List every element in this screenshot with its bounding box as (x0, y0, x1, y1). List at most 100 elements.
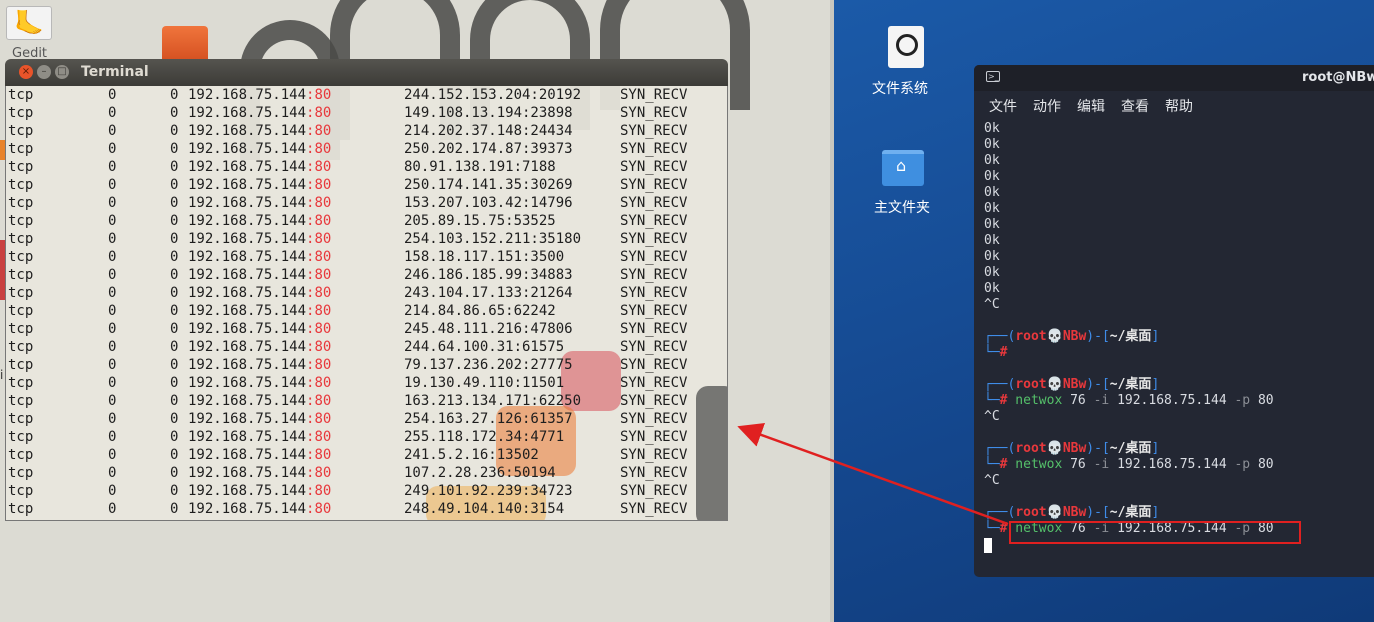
proto-cell: tcp (8, 357, 34, 373)
menu-view[interactable]: 查看 (1121, 96, 1149, 116)
ubuntu-terminal-window[interactable]: × – □ Terminal tcp 0 0 192.168.75.144:80 244… (5, 59, 728, 521)
state-cell: SYN_RECV (620, 105, 688, 121)
folder-icon[interactable] (162, 26, 208, 62)
netstat-row: tcp 0 0 192.168.75.144:80 19.130.49.110:1150… (8, 374, 723, 392)
maximize-button[interactable]: □ (55, 65, 69, 79)
kali-terminal-window[interactable]: >_ root@NBw: ~ 文件 动作 编辑 查看 帮助 0k0k0k0k0k… (974, 65, 1374, 577)
kali-terminal-title: root@NBw: ~ (1302, 70, 1374, 85)
netstat-row: tcp 0 0 192.168.75.144:80 246.186.185.99:348… (8, 266, 723, 284)
netstat-row: tcp 0 0 192.168.75.144:80 243.104.17.133:212… (8, 284, 723, 302)
state-cell: SYN_RECV (620, 429, 688, 445)
recv-q-cell: 0 (108, 159, 117, 175)
state-cell: SYN_RECV (620, 231, 688, 247)
recv-q-cell: 0 (108, 303, 117, 319)
menu-edit[interactable]: 编辑 (1077, 96, 1105, 116)
output-line: 0k (984, 233, 1000, 248)
foreign-address-cell: 19.130.49.110:11501 (404, 375, 565, 391)
foreign-address-cell: 153.207.103.42:14796 (404, 195, 573, 211)
proto-cell: tcp (8, 285, 34, 301)
foreign-address-cell: 79.137.236.202:27775 (404, 357, 573, 373)
edge-text: i (0, 368, 4, 382)
recv-q-cell: 0 (108, 249, 117, 265)
local-address-cell: 192.168.75.144:80 (188, 177, 332, 193)
filesystem-label[interactable]: 文件系统 (872, 78, 928, 98)
kali-terminal-titlebar[interactable]: >_ root@NBw: ~ (974, 65, 1374, 91)
local-address-cell: 192.168.75.144:80 (188, 447, 332, 463)
send-q-cell: 0 (170, 141, 179, 157)
state-cell: SYN_RECV (620, 501, 688, 517)
netstat-row: tcp 0 0 192.168.75.144:80 249.101.92.239:347… (8, 482, 723, 500)
recv-q-cell: 0 (108, 231, 117, 247)
proto-cell: tcp (8, 375, 34, 391)
prompt-line: ┌──(root💀NBw)-[~/桌面] (984, 377, 1160, 392)
local-address-cell: 192.168.75.144:80 (188, 285, 332, 301)
terminal-titlebar[interactable]: × – □ Terminal (5, 59, 728, 86)
local-address-cell: 192.168.75.144:80 (188, 105, 332, 121)
state-cell: SYN_RECV (620, 483, 688, 499)
send-q-cell: 0 (170, 393, 179, 409)
recv-q-cell: 0 (108, 501, 117, 517)
proto-cell: tcp (8, 159, 34, 175)
send-q-cell: 0 (170, 465, 179, 481)
local-port: :80 (306, 393, 332, 409)
local-port: :80 (306, 123, 332, 139)
close-button[interactable]: × (19, 65, 33, 79)
local-address-cell: 192.168.75.144:80 (188, 483, 332, 499)
send-q-cell: 0 (170, 105, 179, 121)
local-port: :80 (306, 105, 332, 121)
recv-q-cell: 0 (108, 465, 117, 481)
proto-cell: tcp (8, 141, 34, 157)
local-address-cell: 192.168.75.144:80 (188, 231, 332, 247)
foreign-address-cell: 244.64.100.31:61575 (404, 339, 565, 355)
netstat-row: tcp 0 0 192.168.75.144:80 158.18.117.151:350… (8, 248, 723, 266)
local-port: :80 (306, 321, 332, 337)
proto-cell: tcp (8, 321, 34, 337)
local-address-cell: 192.168.75.144:80 (188, 393, 332, 409)
recv-q-cell: 0 (108, 267, 117, 283)
send-q-cell: 0 (170, 195, 179, 211)
send-q-cell: 0 (170, 375, 179, 391)
netstat-row: tcp 0 0 192.168.75.144:80 205.89.15.75:53525… (8, 212, 723, 230)
drive-icon[interactable] (888, 26, 924, 68)
foreign-address-cell: 250.174.141.35:30269 (404, 177, 573, 193)
menu-action[interactable]: 动作 (1033, 96, 1061, 116)
send-q-cell: 0 (170, 213, 179, 229)
local-address-cell: 192.168.75.144:80 (188, 141, 332, 157)
menu-file[interactable]: 文件 (989, 96, 1017, 116)
kali-terminal-output[interactable]: 0k 0k 0k 0k 0k 0k 0k 0k 0k 0k 0k ^C ┌──(root💀NBw)-[~… (974, 117, 1374, 577)
local-address-cell: 192.168.75.144:80 (188, 411, 332, 427)
proto-cell: tcp (8, 483, 34, 499)
netstat-row: tcp 0 0 192.168.75.144:80 250.202.174.87:393… (8, 140, 723, 158)
local-port: :80 (306, 195, 332, 211)
recv-q-cell: 0 (108, 483, 117, 499)
local-address-cell: 192.168.75.144:80 (188, 213, 332, 229)
local-address-cell: 192.168.75.144:80 (188, 321, 332, 337)
send-q-cell: 0 (170, 303, 179, 319)
local-port: :80 (306, 411, 332, 427)
netstat-row: tcp 0 0 192.168.75.144:80 163.213.134.171:62… (8, 392, 723, 410)
recv-q-cell: 0 (108, 375, 117, 391)
foreign-address-cell: 241.5.2.16:13502 (404, 447, 539, 463)
local-address-cell: 192.168.75.144:80 (188, 249, 332, 265)
state-cell: SYN_RECV (620, 141, 688, 157)
netstat-row: tcp 0 0 192.168.75.144:80 254.103.152.211:35… (8, 230, 723, 248)
foreign-address-cell: 243.104.17.133:21264 (404, 285, 573, 301)
local-port: :80 (306, 303, 332, 319)
local-port: :80 (306, 213, 332, 229)
state-cell: SYN_RECV (620, 249, 688, 265)
local-address-cell: 192.168.75.144:80 (188, 501, 332, 517)
recv-q-cell: 0 (108, 195, 117, 211)
terminal-output[interactable]: tcp 0 0 192.168.75.144:80 244.152.153.204:20… (5, 86, 728, 521)
gedit-icon[interactable]: 🦶 (6, 6, 52, 40)
recv-q-cell: 0 (108, 123, 117, 139)
local-address-cell: 192.168.75.144:80 (188, 375, 332, 391)
local-port: :80 (306, 375, 332, 391)
send-q-cell: 0 (170, 483, 179, 499)
home-folder-label[interactable]: 主文件夹 (874, 197, 930, 217)
foreign-address-cell: 214.202.37.148:24434 (404, 123, 573, 139)
send-q-cell: 0 (170, 411, 179, 427)
foreign-address-cell: 107.2.28.236:50194 (404, 465, 556, 481)
minimize-button[interactable]: – (37, 65, 51, 79)
menu-help[interactable]: 帮助 (1165, 96, 1193, 116)
output-line: 0k (984, 249, 1000, 264)
